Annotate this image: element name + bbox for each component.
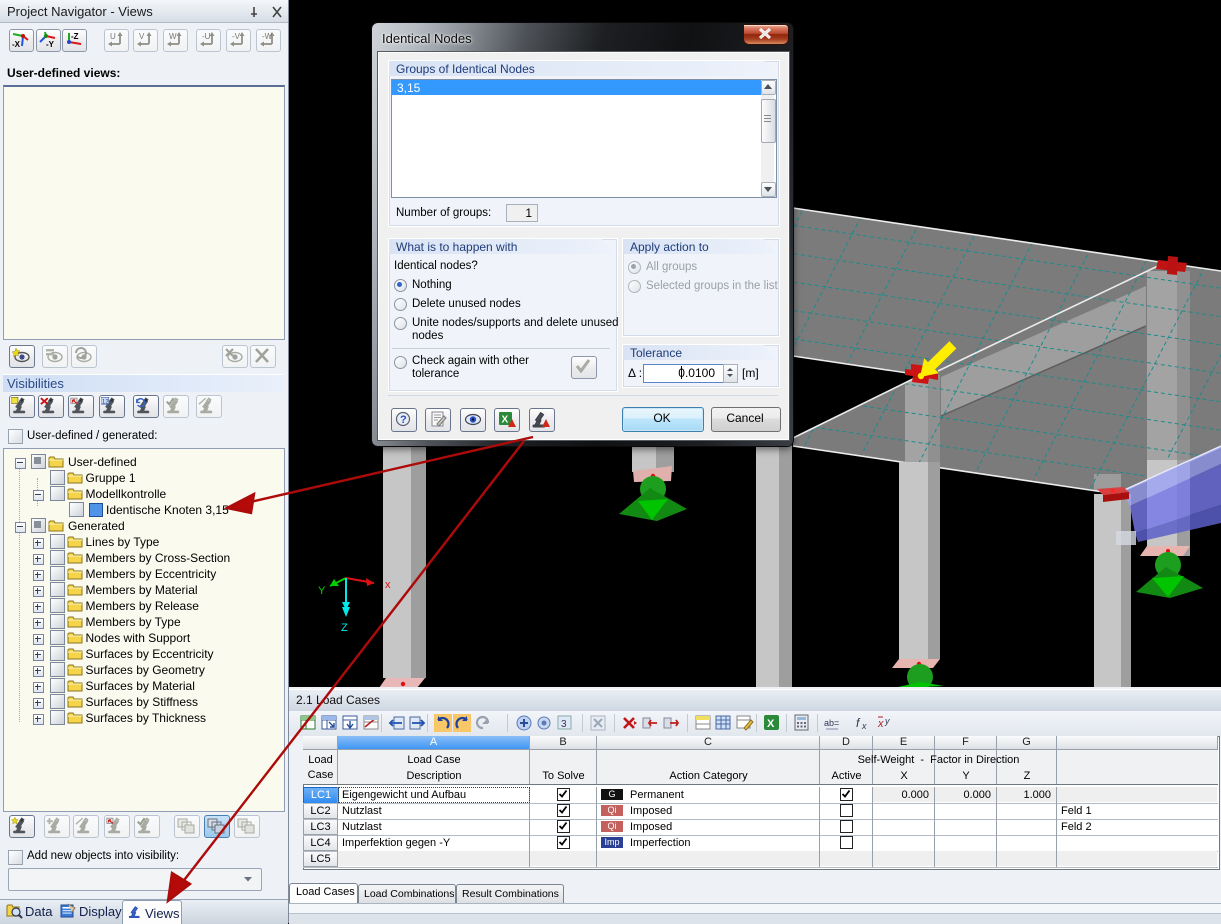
svg-text:-U: -U [202, 32, 211, 41]
svg-text:-Y: -Y [46, 40, 55, 49]
svg-text:12: 12 [102, 399, 109, 405]
svg-text:V: V [139, 32, 145, 41]
svg-text:X: X [767, 718, 775, 730]
svg-text:f: f [856, 716, 861, 730]
svg-text:Z: Z [341, 622, 348, 634]
svg-text:-W: -W [262, 32, 273, 41]
svg-text:y: y [884, 716, 890, 726]
svg-text:3: 3 [561, 719, 567, 730]
svg-text:x: x [861, 721, 867, 731]
svg-text:?: ? [400, 414, 407, 426]
svg-text:x: x [385, 579, 391, 591]
svg-text:X: X [502, 415, 509, 426]
svg-text:W: W [169, 32, 177, 41]
svg-text:ab=: ab= [824, 718, 839, 728]
svg-text:-V: -V [232, 32, 241, 41]
svg-text:x: x [877, 718, 884, 730]
svg-text:Y: Y [318, 585, 326, 597]
svg-text:-X: -X [12, 40, 21, 49]
svg-text:-Z: -Z [71, 32, 79, 41]
svg-text:U: U [110, 32, 116, 41]
